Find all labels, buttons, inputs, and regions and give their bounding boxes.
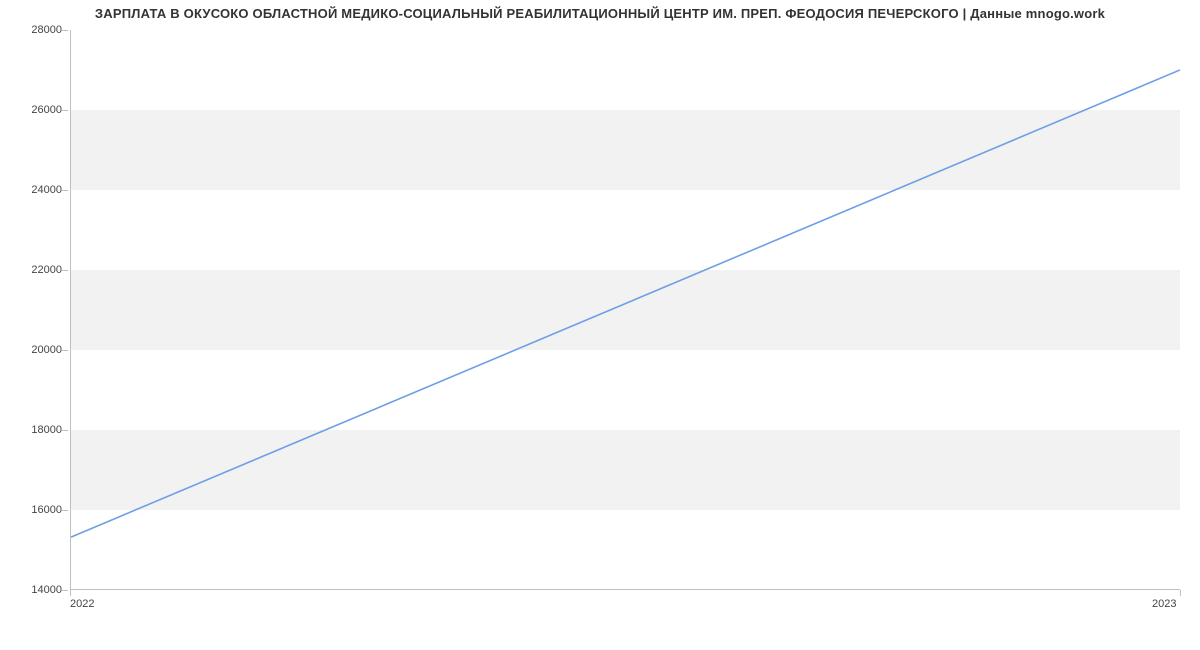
- x-tick: [1180, 590, 1181, 596]
- y-tick-label: 14000: [31, 584, 62, 596]
- y-tick-label: 20000: [31, 344, 62, 356]
- line-series: [71, 30, 1180, 589]
- y-tick-label: 22000: [31, 264, 62, 276]
- y-tick: [62, 590, 68, 591]
- plot-area: [70, 30, 1180, 590]
- y-tick-label: 18000: [31, 424, 62, 436]
- y-tick-label: 28000: [31, 24, 62, 36]
- salary-chart: ЗАРПЛАТА В ОКУСОКО ОБЛАСТНОЙ МЕДИКО-СОЦИ…: [0, 0, 1200, 650]
- y-tick: [62, 270, 68, 271]
- x-tick-label: 2023: [1152, 598, 1176, 610]
- y-tick: [62, 110, 68, 111]
- y-tick: [62, 430, 68, 431]
- y-tick: [62, 190, 68, 191]
- y-tick: [62, 30, 68, 31]
- x-tick: [70, 590, 71, 596]
- y-tick-label: 26000: [31, 104, 62, 116]
- y-tick-label: 24000: [31, 184, 62, 196]
- x-tick-label: 2022: [70, 598, 94, 610]
- y-tick-label: 16000: [31, 504, 62, 516]
- chart-title: ЗАРПЛАТА В ОКУСОКО ОБЛАСТНОЙ МЕДИКО-СОЦИ…: [0, 6, 1200, 21]
- y-tick: [62, 350, 68, 351]
- y-tick: [62, 510, 68, 511]
